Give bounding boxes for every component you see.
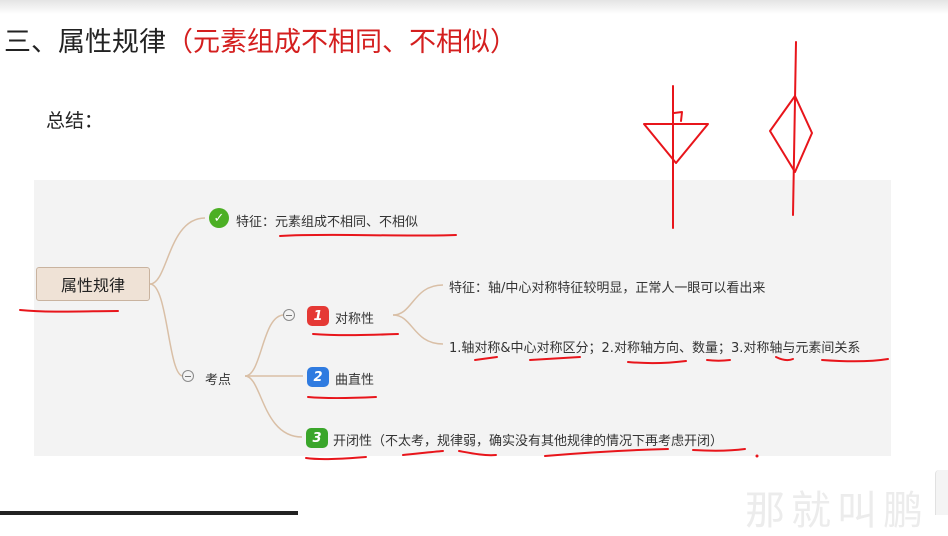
underline-detail-a — [474, 356, 498, 361]
bottom-progress-bar — [0, 511, 298, 515]
underline-detail-b — [529, 356, 581, 361]
underline-detail-e — [775, 356, 794, 362]
underline-item3-c — [458, 450, 497, 457]
sketch-triangle-mark — [673, 111, 683, 122]
watermark-text: 那就叫鹏 — [745, 488, 929, 534]
underline-detail-f — [821, 358, 889, 363]
underline-detail-d — [706, 359, 731, 362]
underline-item3-d — [544, 448, 669, 457]
underline-root — [19, 309, 119, 313]
handwritten-annotations — [19, 41, 889, 461]
underline-item1 — [312, 333, 399, 337]
underline-item3-a — [305, 456, 367, 461]
sketch-triangle — [643, 123, 709, 164]
sketch-diamond-axis — [792, 41, 797, 216]
underline-detail-c — [627, 360, 687, 365]
underline-item3-e — [692, 448, 746, 452]
underline-item2 — [307, 396, 377, 400]
underline-item3-b — [402, 450, 444, 456]
side-scroll-handle[interactable] — [935, 470, 948, 515]
annotation-dot — [755, 454, 759, 458]
sketch-diamond — [769, 95, 813, 173]
underline-feature — [279, 233, 457, 237]
